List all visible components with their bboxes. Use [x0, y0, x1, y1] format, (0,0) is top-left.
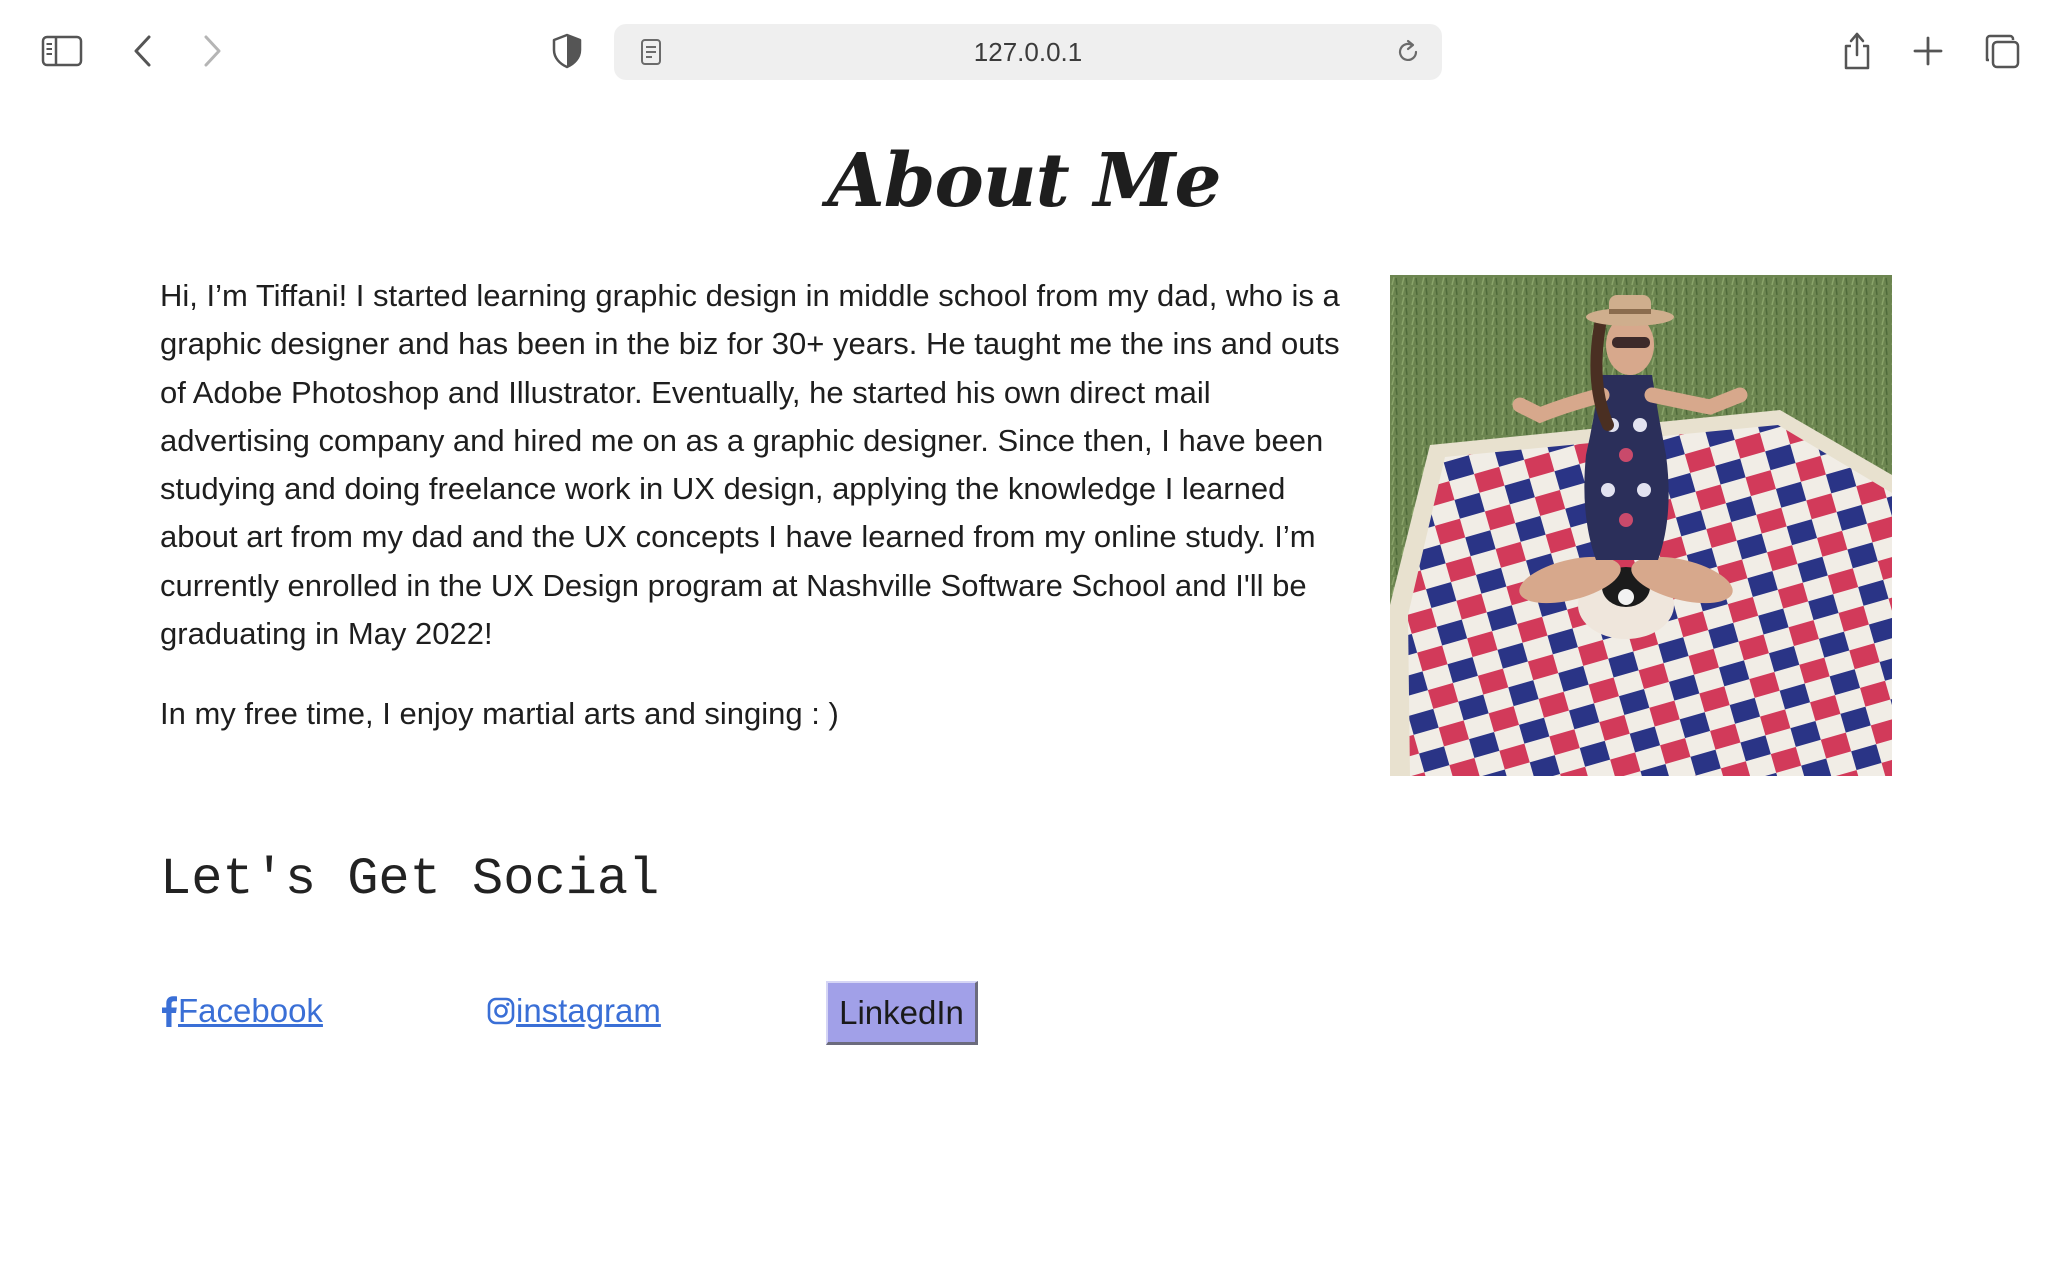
tabs-overview-icon	[1985, 34, 2020, 69]
facebook-icon	[160, 995, 178, 1027]
address-bar[interactable]: 127.0.0.1	[614, 24, 1442, 80]
browser-toolbar: 127.0.0.1	[0, 0, 2048, 104]
forward-button[interactable]	[186, 25, 238, 77]
bio-paragraph: In my free time, I enjoy martial arts an…	[160, 696, 839, 732]
share-button[interactable]	[1831, 25, 1883, 77]
instagram-link[interactable]: instagram	[487, 988, 661, 1034]
page-title: About Me	[827, 138, 1221, 224]
privacy-report-button[interactable]	[541, 25, 593, 77]
facebook-label: Facebook	[178, 992, 323, 1029]
sidebar-toggle-button[interactable]	[36, 25, 88, 77]
instagram-label: instagram	[516, 992, 661, 1029]
instagram-icon	[487, 997, 516, 1025]
shield-icon	[552, 33, 582, 69]
bio-section: Hi, I’m Tiffani! I started learning grap…	[160, 272, 1340, 771]
facebook-link[interactable]: Facebook	[160, 988, 323, 1034]
back-button[interactable]	[117, 25, 169, 77]
share-icon	[1844, 32, 1870, 70]
chevron-left-icon	[134, 35, 151, 67]
linkedin-button[interactable]: LinkedIn	[826, 981, 978, 1045]
page-content: About Me Hi, I’m Tiffani! I started lear…	[0, 104, 2048, 1280]
chevron-right-icon	[204, 35, 221, 67]
url-text: 127.0.0.1	[973, 37, 1083, 67]
social-heading: Let's Get Social	[160, 850, 660, 909]
plus-icon	[1913, 36, 1943, 66]
profile-photo	[1390, 275, 1892, 776]
reload-icon[interactable]	[1394, 38, 1422, 66]
sidebar-icon	[41, 35, 83, 67]
bio-paragraph: Hi, I’m Tiffani! I started learning grap…	[160, 278, 1340, 652]
new-tab-button[interactable]	[1902, 25, 1954, 77]
tab-overview-button[interactable]	[1976, 25, 2028, 77]
